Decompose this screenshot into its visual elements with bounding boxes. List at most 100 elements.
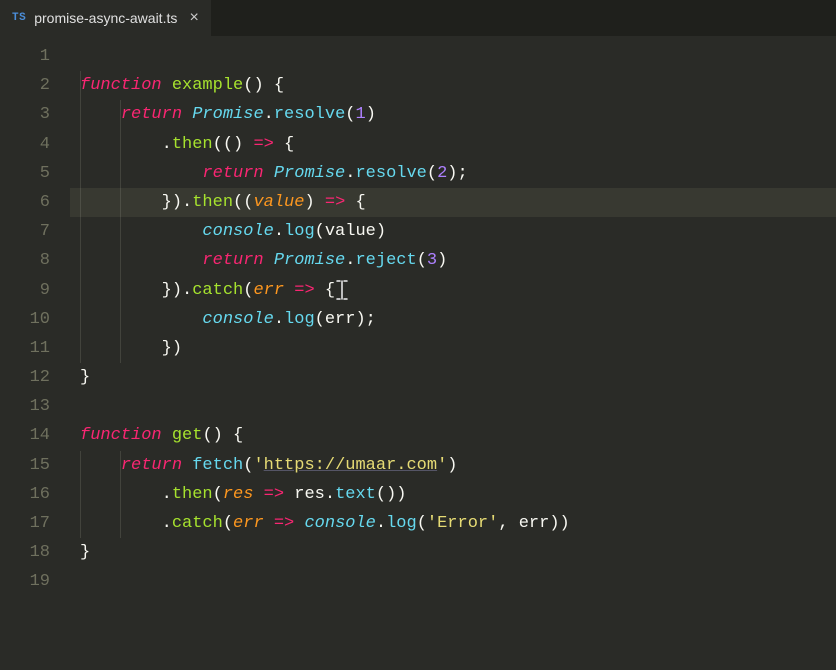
tab-filename: promise-async-await.ts xyxy=(34,10,177,26)
code-line[interactable]: function get() { xyxy=(70,421,836,450)
indent-guide xyxy=(120,217,121,246)
token: ); xyxy=(447,164,467,183)
indent-guide xyxy=(80,188,81,217)
line-number: 4 xyxy=(0,130,50,159)
token: console xyxy=(304,514,375,533)
token: reject xyxy=(355,251,416,270)
token: ) xyxy=(437,251,447,270)
indent-guide xyxy=(120,130,121,159)
indent-guide xyxy=(80,130,81,159)
indent-guide xyxy=(120,509,121,538)
indent-guide xyxy=(120,246,121,275)
tab-bar: TS promise-async-await.ts × xyxy=(0,0,836,36)
code-line[interactable] xyxy=(70,392,836,421)
token: . xyxy=(274,222,284,241)
code-line[interactable] xyxy=(70,567,836,596)
line-number: 18 xyxy=(0,538,50,567)
token: () { xyxy=(202,426,243,445)
token: { xyxy=(274,135,294,154)
indent-guide xyxy=(120,159,121,188)
token: function xyxy=(80,426,162,445)
token xyxy=(162,426,172,445)
token: ( xyxy=(223,514,233,533)
token: fetch xyxy=(192,456,243,475)
indent-guide xyxy=(80,305,81,334)
code-line[interactable]: .then(() => { xyxy=(70,130,836,159)
indent-guide xyxy=(80,246,81,275)
token: return xyxy=(202,164,263,183)
code-line[interactable]: return Promise.resolve(2); xyxy=(70,159,836,188)
indent-guide xyxy=(80,276,81,305)
token: { xyxy=(345,193,365,212)
token: ( xyxy=(427,164,437,183)
token xyxy=(80,222,202,241)
token: . xyxy=(162,135,172,154)
token: => xyxy=(274,514,294,533)
code-line[interactable]: } xyxy=(70,363,836,392)
editor[interactable]: 12345678910111213141516171819 function e… xyxy=(0,36,836,670)
close-icon[interactable]: × xyxy=(189,9,199,27)
token: 3 xyxy=(427,251,437,270)
token xyxy=(162,76,172,95)
line-number: 1 xyxy=(0,42,50,71)
code-line[interactable]: .catch(err => console.log('Error', err)) xyxy=(70,509,836,538)
token xyxy=(80,310,202,329)
token: catch xyxy=(172,514,223,533)
code-line[interactable]: return fetch('https://umaar.com') xyxy=(70,451,836,480)
token: then xyxy=(192,193,233,212)
indent-guide xyxy=(80,159,81,188)
token: . xyxy=(345,251,355,270)
token xyxy=(264,514,274,533)
token: ( xyxy=(243,456,253,475)
indent-guide xyxy=(120,451,121,480)
token xyxy=(80,251,202,270)
code-line[interactable]: }).then((value) => { xyxy=(70,188,836,217)
token: ( xyxy=(345,105,355,124)
line-number: 9 xyxy=(0,276,50,305)
token: get xyxy=(172,426,203,445)
token: => xyxy=(294,281,314,300)
token: err xyxy=(233,514,264,533)
code-line[interactable]: }).catch(err => { xyxy=(70,276,836,305)
line-number: 16 xyxy=(0,480,50,509)
code-line[interactable] xyxy=(70,42,836,71)
tab-file[interactable]: TS promise-async-await.ts × xyxy=(0,0,211,36)
token: () { xyxy=(243,76,284,95)
token: function xyxy=(80,76,162,95)
token: console xyxy=(202,310,273,329)
indent-guide xyxy=(80,217,81,246)
indent-guide xyxy=(120,480,121,509)
line-number: 13 xyxy=(0,392,50,421)
token: => xyxy=(325,193,345,212)
code-line[interactable]: return Promise.resolve(1) xyxy=(70,100,836,129)
token: . xyxy=(376,514,386,533)
line-number: 14 xyxy=(0,421,50,450)
line-number: 12 xyxy=(0,363,50,392)
token: log xyxy=(284,222,315,241)
token: resolve xyxy=(274,105,345,124)
line-number: 19 xyxy=(0,567,50,596)
token: => xyxy=(253,135,273,154)
token xyxy=(264,164,274,183)
code-line[interactable]: .then(res => res.text()) xyxy=(70,480,836,509)
token: https://umaar.com xyxy=(264,456,437,475)
line-number: 11 xyxy=(0,334,50,363)
indent-guide xyxy=(80,509,81,538)
code-line[interactable]: return Promise.reject(3) xyxy=(70,246,836,275)
token: ) xyxy=(366,105,376,124)
code-line[interactable]: console.log(err); xyxy=(70,305,836,334)
code-line[interactable]: } xyxy=(70,538,836,567)
token xyxy=(284,281,294,300)
token: } xyxy=(80,543,90,562)
token: return xyxy=(121,456,182,475)
token: (() xyxy=(213,135,254,154)
code-line[interactable]: function example() { xyxy=(70,71,836,100)
token xyxy=(182,105,192,124)
token: . xyxy=(162,514,172,533)
token: ( xyxy=(417,514,427,533)
code-line[interactable]: }) xyxy=(70,334,836,363)
code-area[interactable]: function example() { return Promise.reso… xyxy=(70,42,836,670)
code-line[interactable]: console.log(value) xyxy=(70,217,836,246)
token xyxy=(294,514,304,533)
line-number: 6 xyxy=(0,188,50,217)
